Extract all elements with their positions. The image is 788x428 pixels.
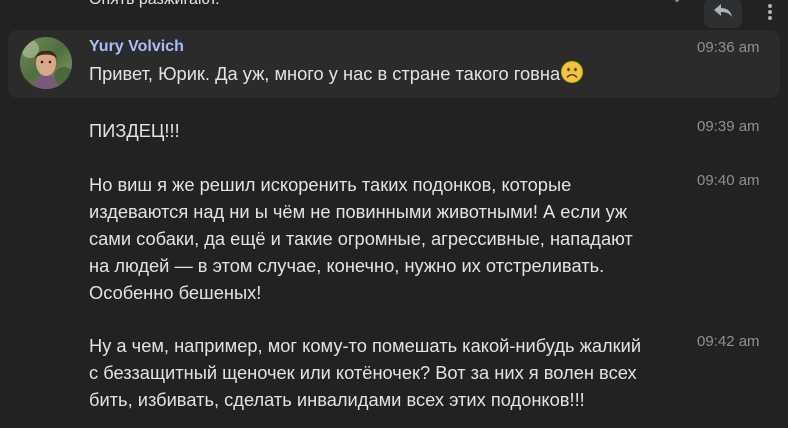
- message-text: Но виш я же решил искоренить таких подон…: [89, 171, 633, 306]
- reply-button[interactable]: [704, 0, 742, 28]
- message-line: Особенно бешеных!: [89, 282, 262, 303]
- message-line: бить, избивать, сделать инвалидами всех …: [89, 389, 585, 410]
- chevron-down-icon[interactable]: [670, 0, 684, 4]
- avatar[interactable]: [20, 37, 72, 89]
- user-avatar-icon: [20, 37, 72, 89]
- previous-message-fragment: Опять разжигают.: [89, 0, 220, 9]
- message-line: с беззащитный щеночек или котёночек? Вот…: [89, 362, 637, 383]
- message-line: сами собаки, да ещё и такие огромные, аг…: [89, 228, 633, 249]
- message-line: ПИЗДЕЦ!!!: [89, 120, 180, 141]
- message-time[interactable]: 09:36 am: [697, 39, 760, 56]
- author-name[interactable]: Yury Volvich: [89, 38, 184, 56]
- more-button[interactable]: [756, 0, 784, 28]
- message-line: на людей — в этом случае, конечно, нужно…: [89, 255, 605, 276]
- message-line: Привет, Юрик. Да уж, много у нас в стран…: [89, 63, 561, 84]
- message-time[interactable]: 09:40 am: [697, 172, 760, 189]
- message-text: Привет, Юрик. Да уж, много у нас в стран…: [89, 60, 584, 90]
- message-time[interactable]: 09:42 am: [697, 333, 760, 350]
- message-line: издеваются над ни ы чём не повинными жив…: [89, 201, 628, 222]
- more-dots-icon: [767, 2, 773, 27]
- message-text: Ну а чем, например, мог кому-то помешать…: [89, 332, 641, 413]
- message-time[interactable]: 09:39 am: [697, 118, 760, 135]
- slightly-frowning-face-icon: [561, 61, 584, 90]
- message-line: Но виш я же решил искоренить таких подон…: [89, 174, 572, 195]
- message-line: Ну а чем, например, мог кому-то помешать…: [89, 335, 642, 356]
- message-text: ПИЗДЕЦ!!!: [89, 117, 180, 144]
- reply-arrow-icon: [712, 2, 734, 25]
